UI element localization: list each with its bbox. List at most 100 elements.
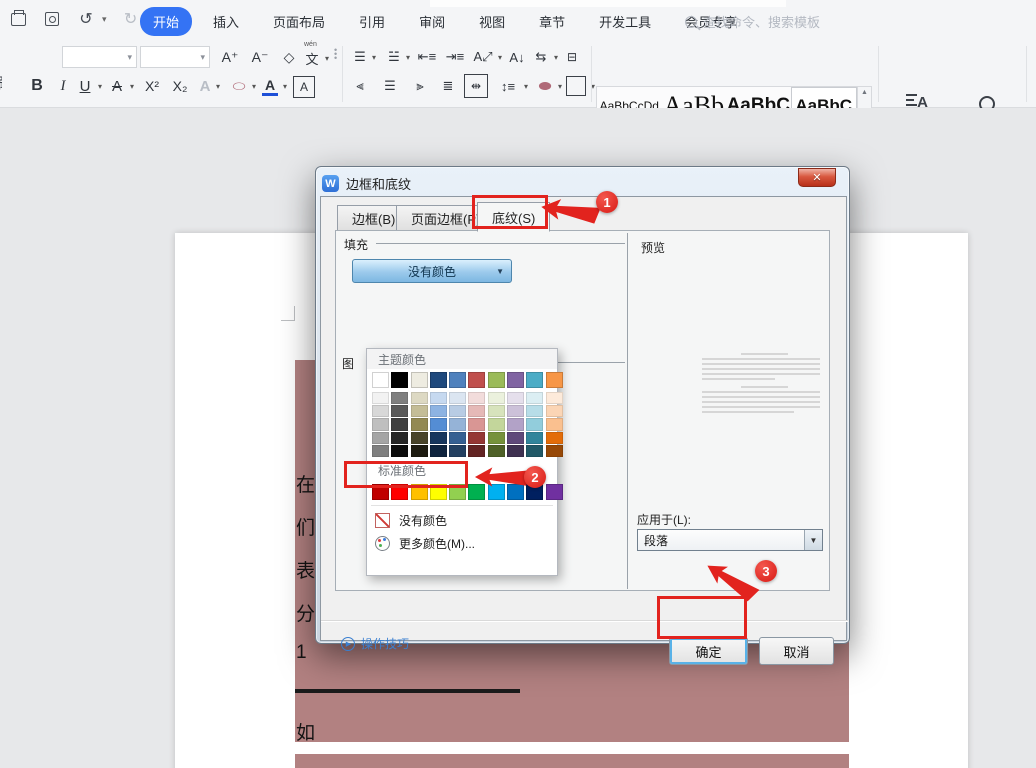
color-swatch[interactable]	[546, 484, 563, 500]
color-swatch[interactable]	[488, 372, 505, 388]
numbered-list-icon[interactable]: ☱	[382, 46, 406, 68]
strikethrough-button[interactable]: A	[108, 74, 126, 98]
text-direction-icon[interactable]: ⇆	[530, 46, 552, 68]
ribbon-tab[interactable]: 视图	[466, 7, 518, 36]
print-icon[interactable]	[8, 9, 28, 29]
color-swatch[interactable]	[391, 392, 408, 404]
color-swatch[interactable]	[372, 445, 389, 457]
dialog-close-icon[interactable]: ✕	[798, 168, 836, 187]
color-swatch[interactable]	[449, 392, 466, 404]
color-swatch[interactable]	[372, 392, 389, 404]
align-center-icon[interactable]: ☰	[378, 74, 402, 98]
decrease-indent-icon[interactable]: ⇤≡	[414, 46, 440, 68]
pinyin-caret-icon[interactable]: ▾	[325, 54, 329, 63]
undo-caret-icon[interactable]: ▾	[102, 14, 107, 25]
borders-icon[interactable]	[566, 76, 586, 96]
decrease-font-size-button[interactable]: A⁻	[248, 46, 272, 68]
distribute-icon[interactable]: ⇹	[464, 74, 488, 98]
color-swatch[interactable]	[391, 418, 408, 430]
color-swatch[interactable]	[411, 432, 428, 444]
color-swatch[interactable]	[546, 418, 563, 430]
color-swatch[interactable]	[488, 405, 505, 417]
clear-format-icon[interactable]: ◇	[278, 46, 300, 68]
ribbon-tab[interactable]: 审阅	[406, 7, 458, 36]
shading-caret-icon[interactable]: ▾	[558, 82, 562, 91]
color-swatch[interactable]	[526, 445, 543, 457]
highlight-color-icon[interactable]: ⬭	[228, 74, 250, 98]
color-swatch[interactable]	[546, 432, 563, 444]
color-swatch[interactable]	[391, 432, 408, 444]
color-swatch[interactable]	[507, 392, 524, 404]
superscript-button[interactable]: X²	[140, 74, 164, 98]
font-color-button[interactable]: A	[262, 76, 278, 96]
increase-font-size-button[interactable]: A⁺	[218, 46, 242, 68]
color-swatch[interactable]	[449, 432, 466, 444]
color-swatch[interactable]	[430, 445, 447, 457]
color-swatch[interactable]	[372, 432, 389, 444]
gallery-scroll-up-icon[interactable]: ▲	[861, 89, 868, 96]
cancel-button[interactable]: 取消	[759, 637, 834, 665]
document-text-line[interactable]: 实际库存，右侧表格是理论库存，两个表格顺序是一样的。这种场	[296, 764, 849, 768]
color-swatch[interactable]	[507, 418, 524, 430]
color-swatch[interactable]	[546, 392, 563, 404]
justify-icon[interactable]: ≣	[436, 74, 460, 98]
ribbon-tab[interactable]: 插入	[200, 7, 252, 36]
color-swatch[interactable]	[411, 405, 428, 417]
strikethrough-caret-icon[interactable]: ▾	[130, 82, 134, 91]
italic-button[interactable]: I	[54, 74, 72, 98]
color-swatch[interactable]	[468, 418, 485, 430]
char-scale-icon[interactable]: A⤢	[472, 46, 494, 68]
font-color-caret-icon[interactable]: ▾	[283, 82, 287, 91]
apply-to-dropdown[interactable]: 段落 ▼	[637, 529, 823, 551]
color-swatch[interactable]	[526, 418, 543, 430]
subscript-button[interactable]: X₂	[168, 74, 192, 98]
color-swatch[interactable]	[546, 405, 563, 417]
color-swatch[interactable]	[468, 445, 485, 457]
color-swatch[interactable]	[411, 372, 428, 388]
line-spacing-icon[interactable]: ↕≡	[496, 74, 520, 98]
align-right-icon[interactable]: ⫸	[408, 74, 432, 98]
shading-icon[interactable]: ⬬	[534, 74, 556, 98]
distribute-chars-icon[interactable]: ⊟	[560, 46, 584, 68]
undo-icon[interactable]: ↺	[76, 9, 96, 29]
color-swatch[interactable]	[449, 445, 466, 457]
color-swatch[interactable]	[488, 418, 505, 430]
color-swatch[interactable]	[391, 372, 408, 388]
color-swatch[interactable]	[546, 372, 563, 388]
text-direction-caret-icon[interactable]: ▾	[554, 53, 558, 62]
underline-caret-icon[interactable]: ▾	[98, 82, 102, 91]
no-color-option[interactable]: 没有颜色	[367, 509, 557, 532]
color-swatch[interactable]	[526, 432, 543, 444]
color-swatch[interactable]	[430, 432, 447, 444]
color-swatch[interactable]	[449, 405, 466, 417]
color-swatch[interactable]	[411, 418, 428, 430]
more-options-dots-icon[interactable]: •••	[334, 48, 340, 60]
color-swatch[interactable]	[391, 405, 408, 417]
color-swatch[interactable]	[526, 392, 543, 404]
increase-indent-icon[interactable]: ⇥≡	[442, 46, 468, 68]
color-swatch[interactable]	[430, 372, 447, 388]
color-swatch[interactable]	[449, 372, 466, 388]
text-effects-caret-icon[interactable]: ▾	[216, 82, 220, 91]
color-swatch[interactable]	[526, 405, 543, 417]
color-swatch[interactable]	[488, 432, 505, 444]
font-size-combobox[interactable]: ▾	[140, 46, 210, 68]
color-swatch[interactable]	[507, 372, 524, 388]
color-swatch[interactable]	[430, 392, 447, 404]
clipped-format-painter-icon[interactable]: 刷	[0, 72, 2, 93]
font-name-combobox[interactable]: ▾	[62, 46, 137, 68]
line-spacing-caret-icon[interactable]: ▾	[524, 82, 528, 91]
text-effects-button[interactable]: A	[196, 74, 214, 98]
ok-button[interactable]: 确定	[669, 637, 748, 665]
color-swatch[interactable]	[488, 392, 505, 404]
color-swatch[interactable]	[411, 445, 428, 457]
color-swatch[interactable]	[507, 445, 524, 457]
color-swatch[interactable]	[449, 418, 466, 430]
more-colors-option[interactable]: 更多颜色(M)...	[367, 532, 557, 555]
ribbon-tab[interactable]: 引用	[346, 7, 398, 36]
ribbon-tab[interactable]: 章节	[526, 7, 578, 36]
tips-link[interactable]: ▶ 操作技巧	[341, 635, 409, 652]
bullet-list-caret-icon[interactable]: ▾	[372, 53, 376, 62]
fill-color-dropdown[interactable]: 没有颜色▼	[352, 259, 512, 283]
color-swatch[interactable]	[468, 405, 485, 417]
